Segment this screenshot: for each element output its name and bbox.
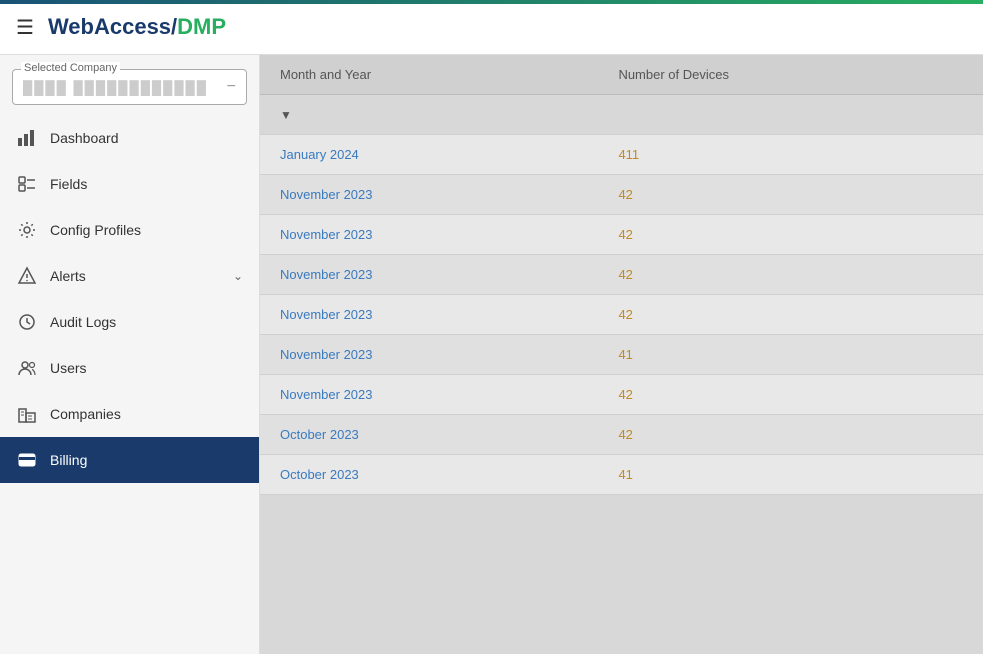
sidebar-item-label-alerts: Alerts bbox=[50, 268, 221, 284]
col-month-year-header: Month and Year bbox=[260, 55, 598, 95]
sidebar-item-config-profiles[interactable]: Config Profiles bbox=[0, 207, 259, 253]
sidebar: Selected Company ████ ████████████ − Das… bbox=[0, 55, 260, 654]
sidebar-item-alerts[interactable]: Alerts ⌄ bbox=[0, 253, 259, 299]
cell-month-year: October 2023 bbox=[260, 415, 598, 455]
gear-icon bbox=[16, 219, 38, 241]
sidebar-item-billing[interactable]: Billing bbox=[0, 437, 259, 483]
sidebar-item-audit-logs[interactable]: Audit Logs bbox=[0, 299, 259, 345]
content-area: Month and Year Number of Devices ▼ Janua… bbox=[260, 55, 983, 654]
table-row: November 2023 42 bbox=[260, 175, 983, 215]
table-dropdown-row[interactable]: ▼ bbox=[260, 95, 983, 135]
table-row: October 2023 42 bbox=[260, 415, 983, 455]
sidebar-item-label-billing: Billing bbox=[50, 452, 243, 468]
cell-device-count: 41 bbox=[598, 335, 983, 375]
sidebar-item-label-config-profiles: Config Profiles bbox=[50, 222, 243, 238]
cell-device-count: 42 bbox=[598, 415, 983, 455]
clock-icon bbox=[16, 311, 38, 333]
cell-month-year: November 2023 bbox=[260, 215, 598, 255]
fields-icon bbox=[16, 173, 38, 195]
sidebar-item-label-audit-logs: Audit Logs bbox=[50, 314, 243, 330]
cell-month-year: January 2024 bbox=[260, 135, 598, 175]
logo: WebAccess/DMP bbox=[48, 14, 226, 40]
table-row: October 2023 41 bbox=[260, 455, 983, 495]
companies-icon bbox=[16, 403, 38, 425]
sidebar-item-companies[interactable]: Companies bbox=[0, 391, 259, 437]
sidebar-item-dashboard[interactable]: Dashboard bbox=[0, 115, 259, 161]
sidebar-nav: Dashboard Fields bbox=[0, 115, 259, 483]
bar-chart-icon bbox=[16, 127, 38, 149]
table-row: November 2023 41 bbox=[260, 335, 983, 375]
cell-device-count: 41 bbox=[598, 455, 983, 495]
logo-web-text: WebAccess bbox=[48, 14, 171, 39]
cell-device-count: 42 bbox=[598, 175, 983, 215]
billing-icon bbox=[16, 449, 38, 471]
cell-device-count: 411 bbox=[598, 135, 983, 175]
cell-device-count: 42 bbox=[598, 295, 983, 335]
menu-icon[interactable]: ☰ bbox=[16, 15, 34, 40]
sidebar-item-label-users: Users bbox=[50, 360, 243, 376]
sidebar-item-users[interactable]: Users bbox=[0, 345, 259, 391]
topbar: ☰ WebAccess/DMP bbox=[0, 0, 983, 55]
table-container: Month and Year Number of Devices ▼ Janua… bbox=[260, 55, 983, 495]
table-row: January 2024 411 bbox=[260, 135, 983, 175]
table-row: November 2023 42 bbox=[260, 215, 983, 255]
billing-table: Month and Year Number of Devices ▼ Janua… bbox=[260, 55, 983, 495]
table-row: November 2023 42 bbox=[260, 255, 983, 295]
table-row: November 2023 42 bbox=[260, 295, 983, 335]
table-row: November 2023 42 bbox=[260, 375, 983, 415]
cell-month-year: November 2023 bbox=[260, 295, 598, 335]
dropdown-cell[interactable]: ▼ bbox=[260, 95, 983, 135]
cell-month-year: November 2023 bbox=[260, 375, 598, 415]
company-value-text: ████ ████████████ bbox=[23, 80, 208, 95]
cell-month-year: November 2023 bbox=[260, 335, 598, 375]
cell-device-count: 42 bbox=[598, 215, 983, 255]
alerts-arrow-icon: ⌄ bbox=[233, 269, 243, 283]
sidebar-item-label-companies: Companies bbox=[50, 406, 243, 422]
col-device-count-header: Number of Devices bbox=[598, 55, 983, 95]
sidebar-item-label-fields: Fields bbox=[50, 176, 243, 192]
company-clear-icon[interactable]: − bbox=[227, 78, 236, 96]
sidebar-item-label-dashboard: Dashboard bbox=[50, 130, 243, 146]
company-value: ████ ████████████ − bbox=[23, 78, 236, 96]
alert-icon bbox=[16, 265, 38, 287]
cell-month-year: October 2023 bbox=[260, 455, 598, 495]
sidebar-item-fields[interactable]: Fields bbox=[0, 161, 259, 207]
cell-device-count: 42 bbox=[598, 375, 983, 415]
users-icon bbox=[16, 357, 38, 379]
cell-device-count: 42 bbox=[598, 255, 983, 295]
company-selector[interactable]: Selected Company ████ ████████████ − bbox=[12, 69, 247, 105]
main-layout: Selected Company ████ ████████████ − Das… bbox=[0, 55, 983, 654]
company-selector-label: Selected Company bbox=[21, 62, 120, 74]
cell-month-year: November 2023 bbox=[260, 255, 598, 295]
logo-dmp-text: DMP bbox=[177, 14, 226, 39]
cell-month-year: November 2023 bbox=[260, 175, 598, 215]
dropdown-arrow-icon: ▼ bbox=[280, 108, 292, 122]
